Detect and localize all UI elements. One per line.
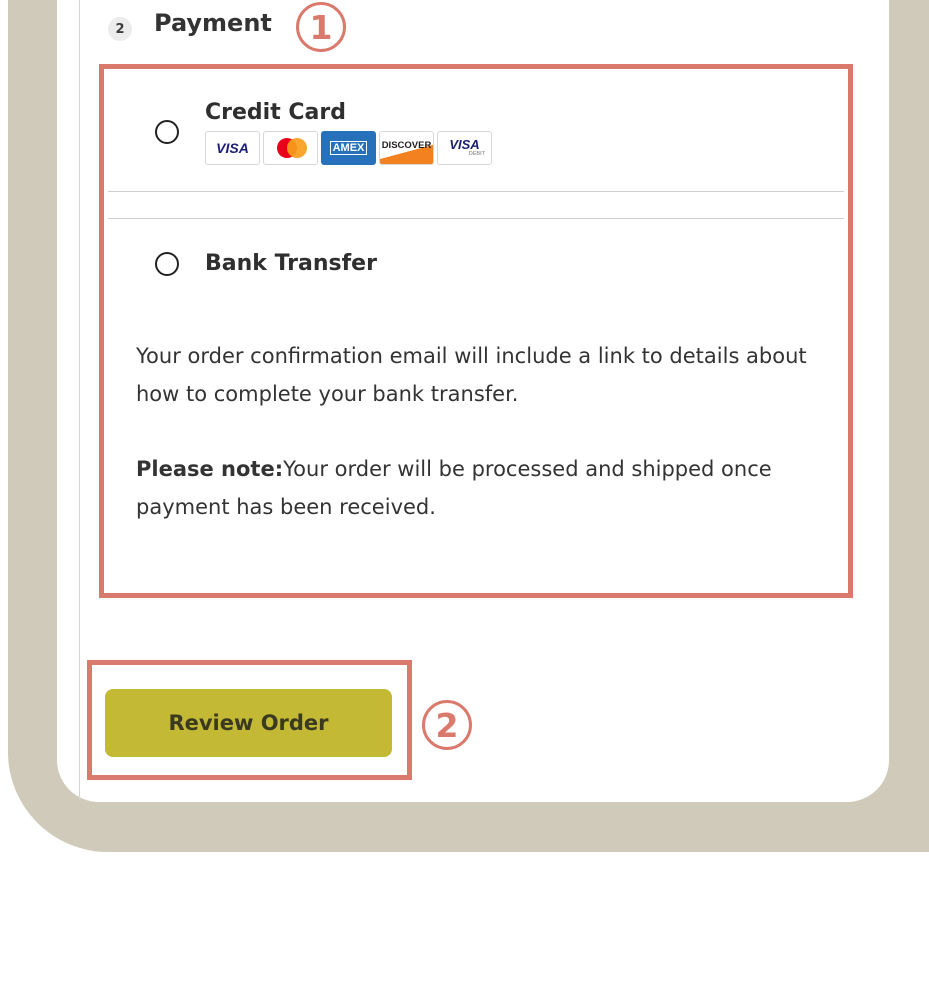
callout-marker-1: 1 — [296, 2, 346, 52]
payment-section-title: Payment — [154, 9, 272, 37]
payment-options-highlight — [99, 64, 853, 598]
callout-marker-2: 2 — [422, 700, 472, 750]
review-order-highlight — [87, 660, 412, 780]
step-timeline-line — [79, 0, 80, 800]
step-number-badge: 2 — [108, 17, 132, 41]
